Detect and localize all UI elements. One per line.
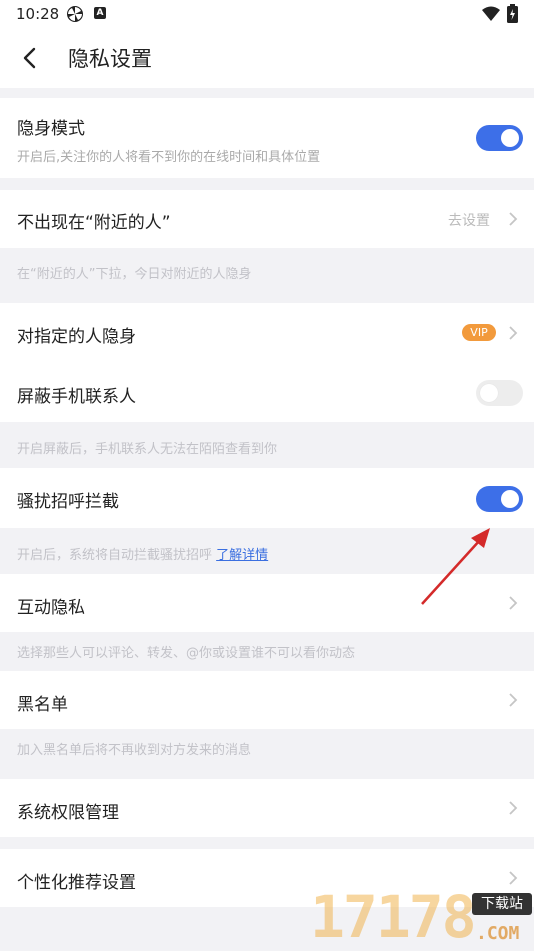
- toggle-knob: [501, 129, 519, 147]
- nearby-row[interactable]: 不出现在“附近的人” 去设置: [0, 190, 534, 248]
- a-badge-icon: A: [94, 7, 106, 19]
- block-contacts-row[interactable]: 屏蔽手机联系人: [0, 363, 534, 422]
- privacy-group: 对指定的人隐身 VIP 屏蔽手机联系人: [0, 303, 534, 422]
- stealth-mode-toggle[interactable]: [476, 125, 523, 151]
- block-contacts-label: 屏蔽手机联系人: [17, 387, 136, 407]
- interaction-privacy-hint: 选择那些人可以评论、转发、@你或设置谁不可以看你动态: [17, 646, 356, 661]
- toggle-knob: [501, 490, 519, 508]
- interaction-privacy-row[interactable]: 互动隐私: [0, 574, 534, 632]
- watermark-domain: .COM: [476, 923, 520, 944]
- chevron-right-icon: [509, 693, 518, 707]
- blacklist-row[interactable]: 黑名单: [0, 671, 534, 729]
- blacklist-hint: 加入黑名单后将不再收到对方发来的消息: [17, 743, 252, 758]
- harassment-filter-row[interactable]: 骚扰招呼拦截: [0, 468, 534, 528]
- harassment-filter-hint-text: 开启后，系统将自动拦截骚扰招呼: [17, 548, 213, 563]
- personalized-recommendation-label: 个性化推荐设置: [17, 873, 136, 893]
- status-time: 10:28: [16, 5, 60, 23]
- harassment-filter-toggle[interactable]: [476, 486, 523, 512]
- block-contacts-hint: 开启屏蔽后，手机联系人无法在陌陌查看到你: [17, 442, 278, 457]
- page-title: 隐私设置: [68, 47, 152, 71]
- nearby-action-text: 去设置: [448, 213, 490, 229]
- pinwheel-icon: [67, 6, 83, 22]
- block-contacts-toggle[interactable]: [476, 380, 523, 406]
- blacklist-label: 黑名单: [17, 695, 68, 715]
- nearby-label: 不出现在“附近的人”: [17, 213, 171, 233]
- watermark-digits: 17178: [310, 883, 477, 951]
- system-permissions-label: 系统权限管理: [17, 803, 119, 823]
- chevron-right-icon: [509, 596, 518, 610]
- interaction-privacy-label: 互动隐私: [17, 598, 85, 618]
- chevron-right-icon: [509, 326, 518, 340]
- nav-bar: 隐私设置: [0, 28, 534, 88]
- chevron-right-icon: [509, 801, 518, 815]
- harassment-filter-label: 骚扰招呼拦截: [17, 492, 119, 512]
- hide-from-specific-label: 对指定的人隐身: [17, 327, 136, 347]
- vip-badge: VIP: [462, 324, 496, 341]
- stealth-mode-row[interactable]: 隐身模式 开启后,关注你的人将看不到你的在线时间和具体位置: [0, 98, 534, 178]
- stealth-mode-description: 开启后,关注你的人将看不到你的在线时间和具体位置: [17, 150, 321, 165]
- system-permissions-row[interactable]: 系统权限管理: [0, 779, 534, 837]
- status-bar: 10:28 A: [0, 0, 534, 28]
- harassment-filter-hint: 开启后，系统将自动拦截骚扰招呼 了解详情: [17, 544, 268, 563]
- chevron-right-icon: [509, 212, 518, 226]
- stealth-mode-label: 隐身模式: [17, 119, 85, 139]
- hide-from-specific-row[interactable]: 对指定的人隐身 VIP: [0, 303, 534, 363]
- chevron-right-icon: [509, 871, 518, 885]
- wifi-icon: [482, 6, 500, 21]
- nearby-hint: 在“附近的人”下拉，今日对附近的人隐身: [17, 267, 252, 282]
- toggle-knob: [480, 384, 498, 402]
- learn-more-link[interactable]: 了解详情: [216, 548, 268, 563]
- watermark-logo: 17178 下载站 .COM: [310, 885, 534, 950]
- chevron-left-icon[interactable]: [18, 46, 42, 70]
- watermark-badge: 下载站: [472, 893, 532, 915]
- battery-icon: [507, 4, 518, 23]
